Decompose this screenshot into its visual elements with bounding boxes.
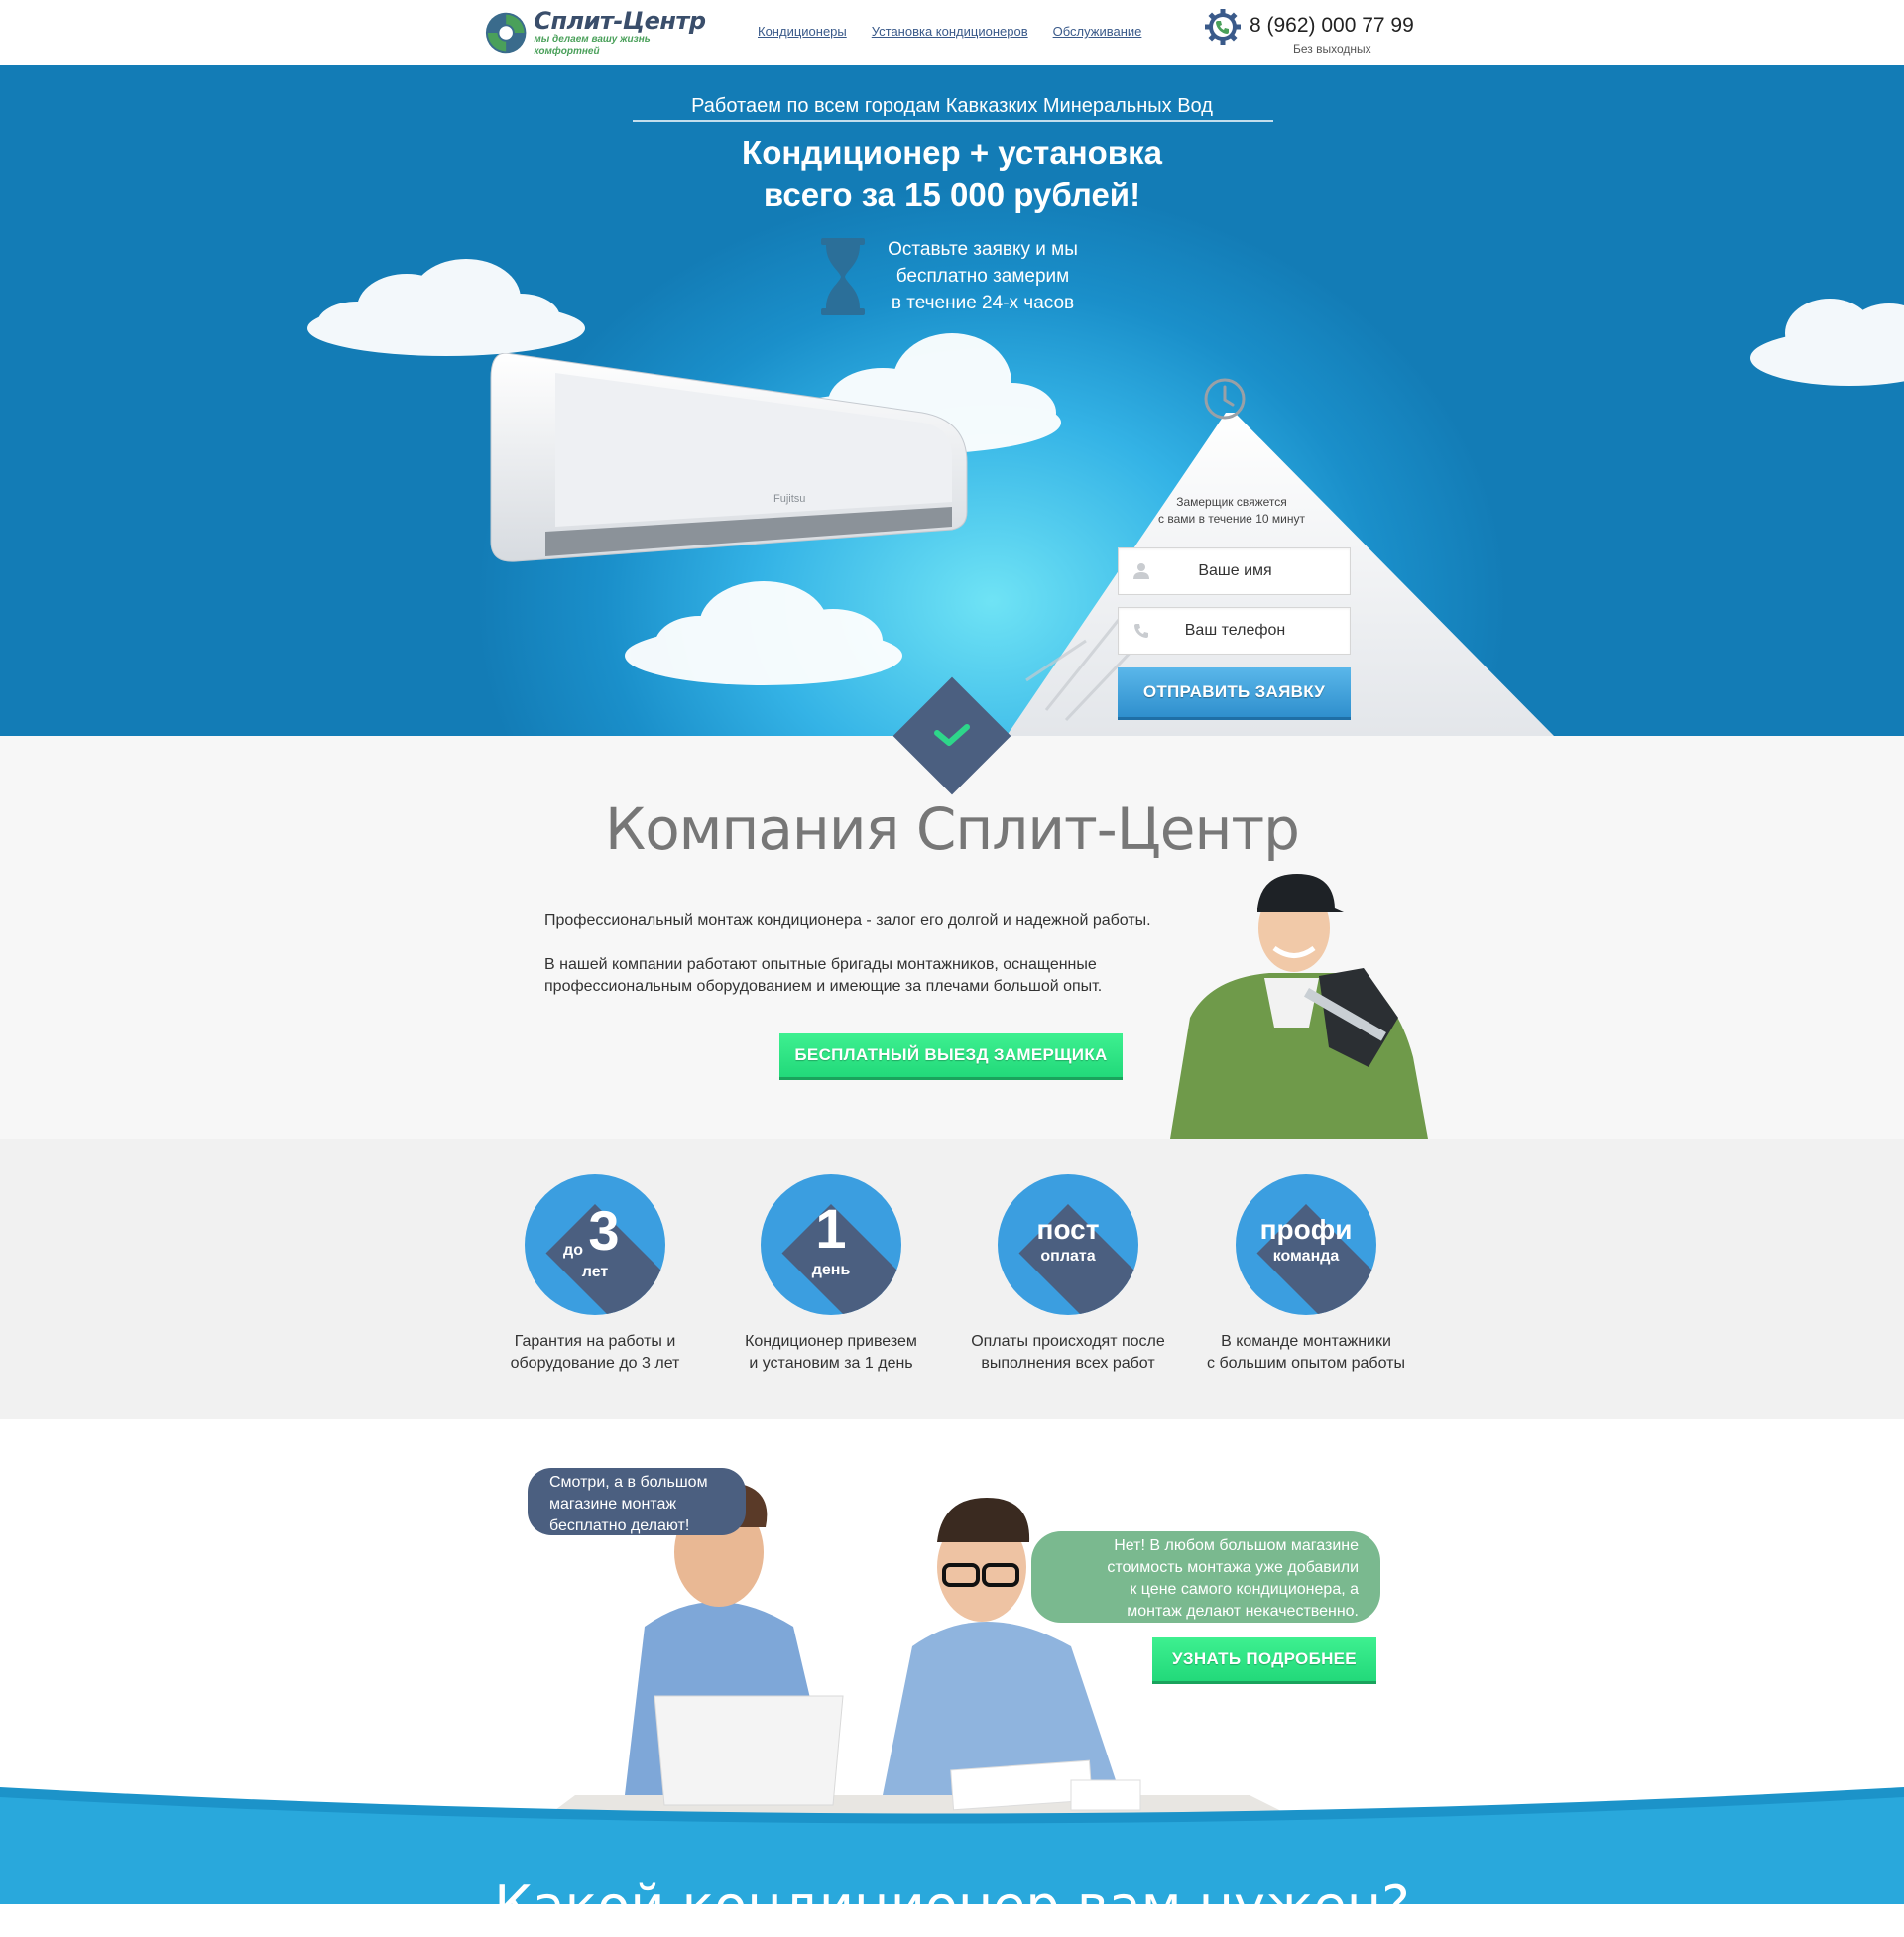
bubble-right-line3: к цене самого кондиционера, а [1130,1581,1359,1598]
company-title: Компания Сплит-Центр [605,795,1300,863]
feature-caption: Оплаты происходят после выполнения всех … [954,1331,1182,1375]
feature-prefix: до [563,1242,583,1259]
logo-title: Сплит-Центр [534,7,706,35]
feature-badge: профи команда [1236,1174,1376,1315]
logo[interactable]: Сплит-Центр мы делаем вашу жизнь комфорт… [484,8,712,58]
bubble-right-line1: Нет! В любом большом магазине [1114,1537,1359,1554]
next-section-title: Какой кондиционер вам нужен? [494,1875,1410,1937]
features-section [0,1139,1904,1419]
bubble-left-line2: магазине монтаж [549,1496,677,1513]
feature-caption-line2: с большим опытом работы [1207,1355,1405,1372]
form-note: Замерщик свяжется с вами в течение 10 ми… [1132,494,1331,528]
feature-caption-line2: выполнения всех работ [981,1355,1155,1372]
feature-unit: оплата [1040,1248,1096,1265]
feature-big-value: пост [1036,1214,1100,1245]
clock-icon [1204,378,1246,420]
feature-unit: день [811,1262,851,1278]
free-measurer-button[interactable]: БЕСПЛАТНЫЙ ВЫЕЗД ЗАМЕРЩИКА [779,1033,1123,1077]
phone-note: Без выходных [1293,42,1371,56]
feature-badge: 1 день [761,1174,901,1315]
nav-link-conditioners[interactable]: Кондиционеры [758,24,847,39]
phone-field[interactable] [1118,607,1352,655]
hero-title: Кондиционер + установка всего за 15 000 … [555,131,1349,216]
hero-sub-line2: бесплатно замерим [895,266,1070,287]
bubble-right-line2: стоимость монтажа уже добавили [1107,1559,1359,1576]
bubble-left-line1: Смотри, а в большом [549,1474,708,1491]
name-field[interactable] [1118,547,1352,595]
company-para2-line2: профессиональным оборудованием и имеющие… [544,978,1103,995]
company-para2-line1: В нашей компании работают опытные бригад… [544,956,1097,973]
phone-gear-icon [1205,9,1241,45]
phone-input[interactable] [1119,608,1352,654]
name-input[interactable] [1119,548,1352,594]
hero-divider [633,120,1273,122]
feature-caption-line1: В команде монтажники [1221,1333,1391,1350]
speech-bubble-right: Нет! В любом большом магазине стоимость … [1031,1531,1380,1623]
feature-unit: лет [581,1264,609,1280]
hero-sub-line1: Оставьте заявку и мы [888,239,1078,260]
cloud-bottom-icon [625,581,902,685]
hero-section: Работаем по всем городам Кавказких Минер… [0,65,1904,736]
header-phone[interactable]: 8 (962) 000 77 99 Без выходных [1204,6,1442,60]
phone-number[interactable]: 8 (962) 000 77 99 [1250,14,1414,38]
form-note-line2: с вами в течение 10 минут [1158,512,1305,526]
installer-worker-image [1170,874,1428,1139]
feature-caption: Кондиционер привезем и установим за 1 де… [717,1331,945,1375]
speech-bubble-left: Смотри, а в большом магазине монтаж бесп… [528,1468,746,1535]
company-para2: В нашей компании работают опытные бригад… [544,954,1239,998]
feature-warranty: 3 до лет Гарантия на работы и оборудован… [481,1174,709,1375]
learn-more-button[interactable]: УЗНАТЬ ПОДРОБНЕЕ [1152,1637,1376,1681]
hero-subtitle: Оставьте заявку и мы бесплатно замерим в… [853,236,1113,316]
cloud-right-icon [1750,299,1904,386]
logo-slogan: мы делаем вашу жизнь комфортней [534,34,651,57]
main-nav: Кондиционеры Установка кондиционеров Обс… [758,24,1141,39]
feature-badge: 3 до лет [525,1174,665,1315]
feature-badge: пост оплата [998,1174,1138,1315]
hero-sub-line3: в течение 24-х часов [891,293,1075,313]
air-conditioner-image: Fujitsu [490,353,968,562]
feature-big-value: профи [1259,1214,1353,1245]
feature-caption-line1: Гарантия на работы и [514,1333,676,1350]
check-icon [934,724,970,746]
company-para1: Профессиональный монтаж кондиционера - з… [544,912,1151,929]
feature-caption-line1: Оплаты происходят после [971,1333,1165,1350]
ac-brand-label: Fujitsu [774,493,805,505]
hero-title-line2: всего за 15 000 рублей! [763,177,1141,213]
feature-postpay: пост оплата Оплаты происходят после выпо… [954,1174,1182,1375]
nav-link-installation[interactable]: Установка кондиционеров [872,24,1028,39]
feature-caption-line2: оборудование до 3 лет [510,1355,680,1372]
feature-caption: В команде монтажники с большим опытом ра… [1192,1331,1420,1375]
hero-title-line1: Кондиционер + установка [742,134,1162,171]
feature-one-day: 1 день Кондиционер привезем и установим … [717,1174,945,1375]
nav-link-service[interactable]: Обслуживание [1053,24,1142,39]
submit-request-button[interactable]: ОТПРАВИТЬ ЗАЯВКУ [1118,667,1351,717]
bubble-right-line4: монтаж делают некачественно. [1127,1603,1359,1620]
form-note-line1: Замерщик свяжется [1176,495,1287,509]
feature-caption-line1: Кондиционер привезем [745,1333,917,1350]
bubble-left-line3: бесплатно делают! [549,1517,690,1534]
feature-big-value: 1 [815,1197,847,1260]
site-header: Сплит-Центр мы делаем вашу жизнь комфорт… [0,0,1904,65]
feature-unit: команда [1272,1248,1340,1265]
logo-swirl-icon [485,12,527,54]
feature-caption-line2: и установим за 1 день [749,1355,913,1372]
feature-caption: Гарантия на работы и оборудование до 3 л… [481,1331,709,1375]
feature-pro-team: профи команда В команде монтажники с бол… [1192,1174,1420,1375]
